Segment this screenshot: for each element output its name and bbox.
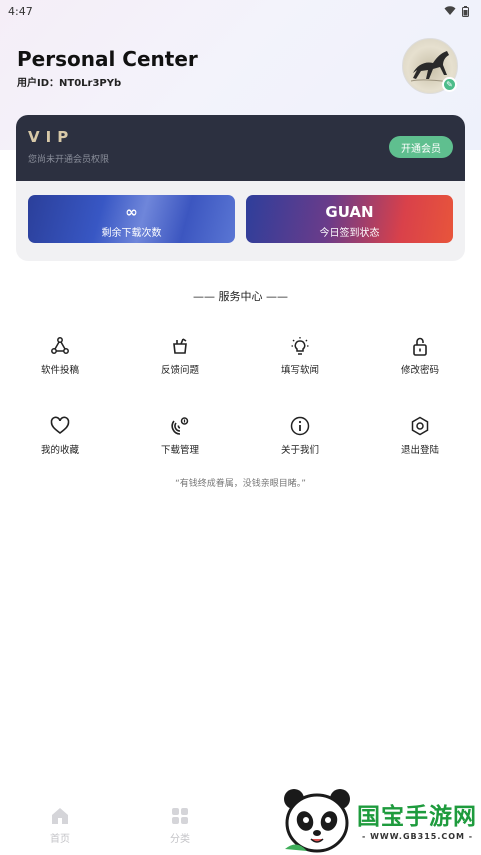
section-title: —— 服务中心 ——	[193, 290, 288, 303]
home-icon	[52, 808, 68, 824]
grid-item-label: 退出登陆	[400, 445, 439, 456]
quote-text: “有钱终成眷属，没钱亲眼目睹。”	[175, 479, 306, 489]
tab-home-label: 首页	[50, 834, 70, 845]
download-count-card[interactable]: ∞ 剩余下载次数	[28, 195, 235, 243]
grid-item-label: 修改密码	[400, 365, 439, 376]
grid-item-label: 软件投稿	[40, 365, 79, 376]
download-manage-icon	[171, 417, 189, 435]
lightbulb-icon	[291, 337, 309, 355]
grid-item-write-news[interactable]: 填写软闻	[260, 336, 340, 376]
heart-icon	[50, 416, 70, 435]
grid-icon	[172, 808, 188, 824]
grid-item-favorites[interactable]: 我的收藏	[20, 416, 100, 456]
feedback-icon	[173, 338, 187, 354]
vip-title: VIP	[28, 128, 75, 146]
page-title: Personal Center	[17, 47, 198, 71]
status-bar: 4:47	[0, 0, 481, 22]
share-icon	[51, 337, 69, 354]
open-vip-button[interactable]: 开通会员	[389, 136, 453, 158]
grid-item-label: 填写软闻	[280, 365, 319, 376]
grid-item-feedback[interactable]: 反馈问题	[140, 336, 220, 376]
edit-avatar-icon[interactable]: ✎	[442, 77, 457, 92]
watermark-url: - WWW.GB315.COM -	[362, 832, 474, 841]
tab-categories-label: 分类	[170, 834, 190, 845]
vip-subtitle: 您尚未开通会员权限	[28, 155, 110, 165]
status-icons	[444, 5, 469, 17]
grid-item-submit-software[interactable]: 软件投稿	[20, 336, 100, 376]
lock-icon	[413, 337, 427, 356]
logout-icon	[411, 416, 429, 436]
grid-item-logout[interactable]: 退出登陆	[380, 416, 460, 456]
download-count-label: 剩余下载次数	[101, 228, 162, 239]
status-time: 4:47	[8, 4, 33, 18]
tab-categories[interactable]: 分类	[150, 806, 210, 845]
download-count-value: ∞	[125, 203, 138, 221]
grid-item-label: 反馈问题	[160, 365, 199, 376]
info-icon	[290, 416, 310, 436]
user-id: 用户ID：NT0Lr3PYb	[17, 78, 122, 89]
wifi-icon	[444, 6, 456, 15]
watermark-text: 国宝手游网	[357, 804, 477, 830]
grid-item-label: 关于我们	[280, 445, 319, 456]
battery-icon	[462, 5, 469, 17]
grid-item-change-password[interactable]: 修改密码	[380, 336, 460, 376]
checkin-status-card[interactable]: GUAN 今日签到状态	[246, 195, 453, 243]
grid-item-about-us[interactable]: 关于我们	[260, 416, 340, 456]
grid-item-label: 我的收藏	[40, 445, 79, 456]
tab-home[interactable]: 首页	[30, 806, 90, 845]
grid-item-download-manage[interactable]: 下载管理	[140, 416, 220, 456]
checkin-status-label: 今日签到状态	[319, 228, 380, 239]
checkin-status-value: GUAN	[325, 203, 374, 221]
grid-item-label: 下载管理	[160, 445, 199, 456]
panda-logo	[284, 789, 350, 853]
